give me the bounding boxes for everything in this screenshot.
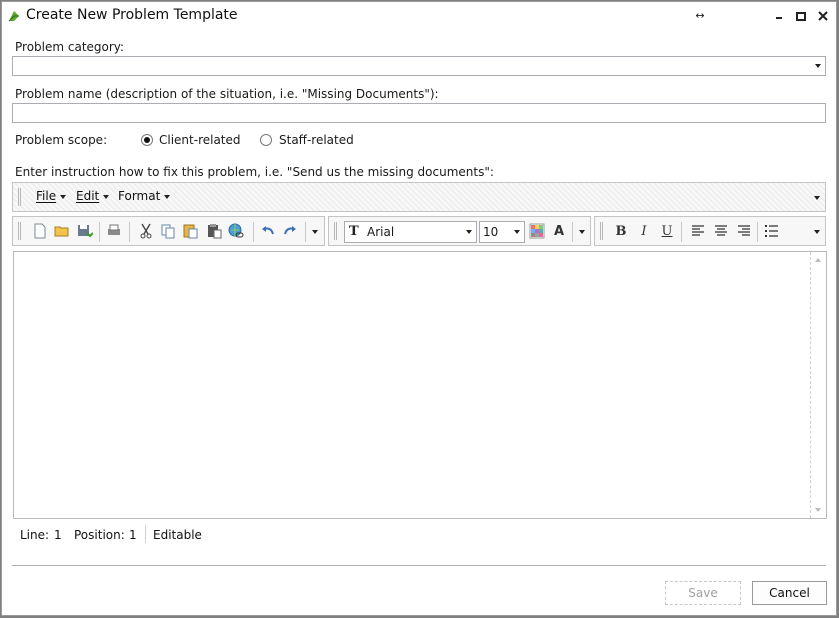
save-button[interactable]: Save (665, 581, 741, 605)
toolbar-overflow-icon[interactable] (814, 230, 820, 234)
window-title: Create New Problem Template (26, 7, 238, 23)
font-name-select[interactable]: T Arial (344, 221, 477, 243)
toolbar-separator (572, 222, 573, 242)
font-name-value: Arial (367, 225, 395, 239)
status-line-label: Line: (20, 528, 50, 542)
cut-icon[interactable] (137, 222, 155, 240)
toolbar-overflow-icon[interactable] (814, 196, 820, 200)
undo-icon[interactable] (259, 222, 277, 240)
chevron-down-icon[interactable] (466, 230, 472, 234)
toolbar-grip[interactable] (18, 222, 21, 240)
toolbar-separator (129, 222, 130, 242)
vertical-scrollbar[interactable] (810, 252, 826, 518)
chevron-down-icon[interactable] (514, 230, 520, 234)
standard-toolbar (12, 216, 325, 246)
toolbar-separator (681, 222, 682, 242)
toolbar-overflow-icon[interactable] (312, 230, 318, 234)
chevron-down-icon[interactable] (815, 64, 821, 68)
font-size-select[interactable]: 10 (479, 221, 525, 243)
font-size-value: 10 (483, 225, 499, 239)
status-position-value: 1 (129, 528, 137, 542)
toolbar-separator (305, 222, 306, 242)
dialog-window: Create New Problem Template ↔ Problem ca… (1, 1, 837, 616)
toolbar-separator (253, 222, 254, 242)
maximize-icon[interactable] (793, 8, 809, 24)
toolbar-overflow-icon[interactable] (579, 230, 585, 234)
client-related-label[interactable]: Client-related (159, 133, 241, 147)
editor-content[interactable] (18, 256, 806, 514)
open-folder-icon[interactable] (53, 222, 71, 240)
color-grid-icon[interactable] (528, 222, 546, 240)
underline-icon[interactable]: U (660, 224, 674, 240)
copy-icon[interactable] (159, 222, 177, 240)
problem-name-label: Problem name (description of the situati… (15, 87, 439, 101)
font-color-icon[interactable]: A (552, 224, 566, 240)
align-right-icon[interactable] (735, 222, 753, 240)
footer-divider (12, 565, 826, 566)
status-line-value: 1 (54, 528, 62, 542)
insert-hyperlink-icon[interactable] (227, 222, 245, 240)
bullet-list-icon[interactable] (763, 222, 781, 240)
toolbar-grip[interactable] (18, 188, 21, 206)
title-bar[interactable]: Create New Problem Template ↔ (2, 2, 836, 32)
problem-name-input[interactable] (12, 103, 826, 123)
align-left-icon[interactable] (689, 222, 707, 240)
resize-horizontal-icon[interactable]: ↔ (692, 8, 708, 24)
cancel-button[interactable]: Cancel (752, 581, 827, 605)
status-mode: Editable (153, 528, 202, 542)
menu-edit[interactable]: Edit (76, 189, 110, 203)
paste-special-icon[interactable] (205, 222, 223, 240)
client-related-radio[interactable] (141, 134, 153, 146)
status-position-label: Position: (74, 528, 125, 542)
staff-related-radio[interactable] (260, 134, 272, 146)
rich-text-editor[interactable] (13, 251, 827, 519)
font-icon: T (349, 224, 359, 239)
toolbar-grip[interactable] (600, 222, 603, 240)
print-icon[interactable] (105, 222, 123, 240)
save-icon[interactable] (75, 222, 93, 240)
menu-toolbar: File Edit Format (12, 182, 826, 212)
toolbar-separator (99, 222, 100, 242)
toolbar-grip[interactable] (334, 222, 337, 240)
align-center-icon[interactable] (712, 222, 730, 240)
instruction-label: Enter instruction how to fix this proble… (15, 165, 494, 179)
scroll-down-icon[interactable] (815, 508, 821, 512)
bold-icon[interactable]: B (614, 224, 628, 240)
formatting-toolbar: B I U (594, 216, 826, 246)
menu-file[interactable]: File (36, 189, 67, 203)
paste-icon[interactable] (181, 222, 199, 240)
redo-icon[interactable] (281, 222, 299, 240)
staff-related-label[interactable]: Staff-related (279, 133, 354, 147)
scroll-up-icon[interactable] (815, 258, 821, 262)
new-document-icon[interactable] (31, 222, 49, 240)
close-icon[interactable] (815, 8, 831, 24)
font-toolbar: T Arial 10 A (328, 216, 591, 246)
status-divider (145, 525, 146, 543)
problem-scope-label: Problem scope: (15, 133, 108, 147)
problem-category-combo[interactable] (12, 56, 826, 76)
app-leaf-icon (8, 11, 19, 22)
toolbar-separator (757, 222, 758, 242)
problem-category-label: Problem category: (15, 40, 125, 54)
italic-icon[interactable]: I (637, 224, 651, 240)
minimize-icon[interactable] (771, 8, 787, 24)
menu-format[interactable]: Format (118, 189, 171, 203)
